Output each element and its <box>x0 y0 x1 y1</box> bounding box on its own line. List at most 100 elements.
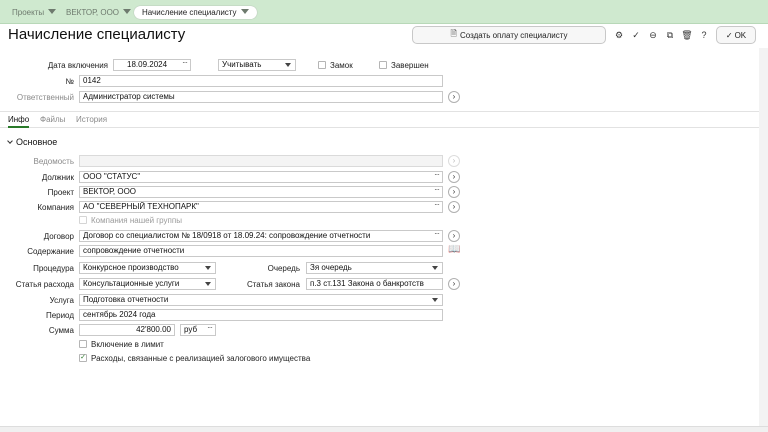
currency-value: руб <box>184 325 198 334</box>
book-icon[interactable]: 📖 <box>448 244 460 255</box>
number-value: 0142 <box>83 76 101 85</box>
open-arrow-icon[interactable]: › <box>448 230 460 242</box>
sum-input[interactable]: 42'800.00 <box>79 324 175 336</box>
breadcrumb-projects[interactable]: Проекты <box>12 6 57 19</box>
more-icon[interactable]: ··· <box>434 202 440 210</box>
company-input[interactable]: АО "СЕВЕРНЫЙ ТЕХНОПАРК" ··· <box>79 201 443 213</box>
breadcrumb-label: ВЕКТОР, ООО <box>66 8 120 17</box>
breadcrumb-bar: Проекты ВЕКТОР, ООО Начисление специалис… <box>0 0 768 24</box>
collateral-label: Расходы, связанные с реализацией залогов… <box>91 354 311 363</box>
breadcrumb-label: Начисление специалисту <box>142 8 237 17</box>
breadcrumb-label: Проекты <box>12 8 45 17</box>
limit-checkbox[interactable] <box>79 340 87 348</box>
chevron-down-icon <box>285 63 291 67</box>
service-label: Услуга <box>49 296 74 305</box>
breadcrumb-current[interactable]: Начисление специалисту <box>134 6 257 19</box>
contract-input[interactable]: Договор со специалистом № 18/0918 от 18.… <box>79 230 443 242</box>
responsible-input[interactable]: Администратор системы <box>79 91 443 103</box>
project-input[interactable]: ВЕКТОР, ООО ··· <box>79 186 443 198</box>
more-icon[interactable]: ··· <box>434 172 440 180</box>
open-arrow-icon[interactable]: › <box>448 201 460 213</box>
tab-info[interactable]: Инфо <box>8 115 30 128</box>
our-company-checkbox[interactable] <box>79 216 87 224</box>
procedure-select[interactable]: Конкурсное производство <box>79 262 216 274</box>
queue-label: Очередь <box>267 264 300 273</box>
content-label: Содержание <box>27 247 74 256</box>
vertical-scrollbar[interactable] <box>759 48 768 432</box>
more-icon[interactable]: ··· <box>434 187 440 195</box>
procedure-label: Процедура <box>33 264 74 273</box>
queue-select[interactable]: Зя очередь <box>306 262 443 274</box>
chevron-down-icon <box>123 9 132 14</box>
service-select[interactable]: Подготовка отчетности <box>79 294 443 306</box>
date-input[interactable]: 18.09.2024 ··· <box>113 59 191 71</box>
law-label: Статья закона <box>246 280 300 289</box>
statement-input[interactable] <box>79 155 443 167</box>
trash-icon[interactable]: 🗑 <box>680 27 694 43</box>
settings-icon[interactable]: ⚙ <box>612 27 626 43</box>
content-input[interactable]: сопровождение отчетности <box>79 245 443 257</box>
copy-icon[interactable]: ⧉ <box>663 27 677 43</box>
help-icon[interactable]: ? <box>697 27 711 43</box>
company-value: АО "СЕВЕРНЫЙ ТЕХНОПАРК" <box>83 202 199 211</box>
more-icon[interactable]: ··· <box>207 325 213 333</box>
open-arrow-icon[interactable]: › <box>448 171 460 183</box>
expense-label: Статья расхода <box>15 280 74 289</box>
lock-checkbox[interactable] <box>318 61 326 69</box>
document-icon: 🗎 <box>450 29 457 38</box>
responsible-value: Администратор системы <box>83 92 175 101</box>
chevron-down-icon <box>432 266 438 270</box>
content-value: сопровождение отчетности <box>83 246 185 255</box>
date-label: Дата включения <box>47 61 108 70</box>
project-label: Проект <box>47 188 74 197</box>
expense-value: Консультационные услуги <box>83 279 180 288</box>
create-payment-label: Создать оплату специалисту <box>459 30 568 40</box>
open-arrow-icon[interactable]: › <box>448 91 460 103</box>
company-label: Компания <box>37 203 74 212</box>
section-title: Основное <box>16 137 58 147</box>
more-icon[interactable]: ··· <box>182 60 188 68</box>
open-arrow-icon[interactable]: › <box>448 186 460 198</box>
service-value: Подготовка отчетности <box>83 295 169 304</box>
mode-select[interactable]: Учитывать <box>218 59 296 71</box>
ok-button[interactable]: ✓ OK <box>716 26 756 44</box>
minus-circle-icon[interactable]: ⊖ <box>646 27 660 43</box>
contract-value: Договор со специалистом № 18/0918 от 18.… <box>83 231 371 240</box>
currency-input[interactable]: руб ··· <box>180 324 216 336</box>
period-label: Период <box>45 311 74 320</box>
check-icon: ✓ <box>725 30 733 40</box>
tab-files[interactable]: Файлы <box>40 115 65 124</box>
tab-history[interactable]: История <box>76 115 107 124</box>
open-arrow-icon[interactable]: › <box>448 155 460 167</box>
period-value: сентябрь 2024 года <box>83 310 156 319</box>
number-label: № <box>65 77 74 86</box>
chevron-down-icon <box>48 9 57 14</box>
date-value: 18.09.2024 <box>127 60 168 69</box>
project-value: ВЕКТОР, ООО <box>83 187 137 196</box>
open-arrow-icon[interactable]: › <box>448 278 460 290</box>
done-checkbox[interactable] <box>379 61 387 69</box>
limit-label: Включение в лимит <box>91 340 164 349</box>
mode-value: Учитывать <box>222 60 262 69</box>
our-company-label: Компания нашей группы <box>91 216 182 225</box>
more-icon[interactable]: ··· <box>434 231 440 239</box>
queue-value: Зя очередь <box>310 263 352 272</box>
expense-select[interactable]: Консультационные услуги <box>79 278 216 290</box>
chevron-down-icon <box>432 298 438 302</box>
contract-label: Договор <box>43 232 74 241</box>
number-input[interactable]: 0142 <box>79 75 443 87</box>
sum-label: Сумма <box>48 326 74 335</box>
breadcrumb-project[interactable]: ВЕКТОР, ООО <box>66 6 132 19</box>
ok-label: OK <box>734 30 747 40</box>
done-label: Завершен <box>391 61 429 70</box>
page-title: Начисление специалисту <box>8 26 186 43</box>
period-input[interactable]: сентябрь 2024 года <box>79 309 443 321</box>
collateral-checkbox[interactable]: ✓ <box>79 354 87 362</box>
chevron-down-icon <box>205 282 211 286</box>
section-header[interactable]: Основное <box>7 137 58 147</box>
footer-bar <box>0 426 768 432</box>
debtor-input[interactable]: ООО "СТАТУС" ··· <box>79 171 443 183</box>
check-circle-icon[interactable]: ✓ <box>629 27 643 43</box>
create-payment-button[interactable]: 🗎 Создать оплату специалисту <box>412 26 606 44</box>
law-input[interactable]: п.3 ст.131 Закона о банкротств <box>306 278 443 290</box>
